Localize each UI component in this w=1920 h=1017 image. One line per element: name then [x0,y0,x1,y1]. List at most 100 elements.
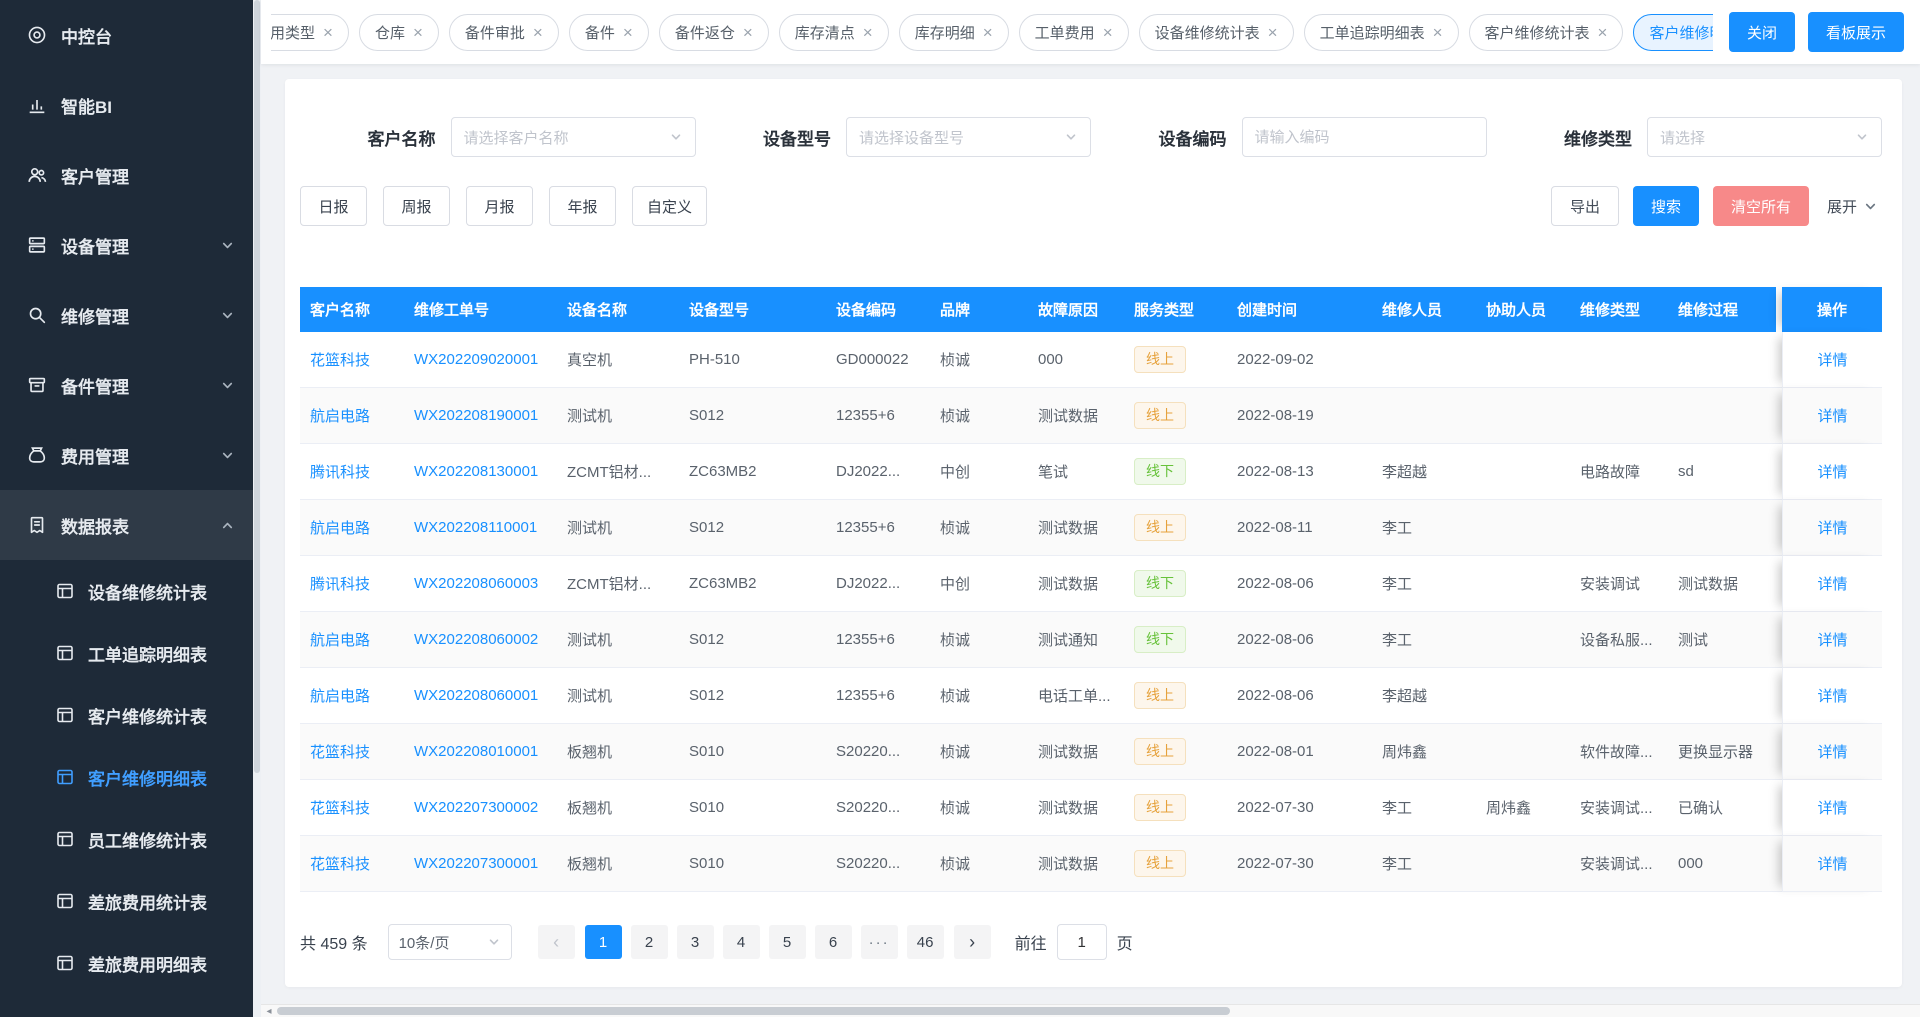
sidebar-item-2[interactable]: 智能BI [0,70,261,140]
work-order-link[interactable]: WX202208130001 [414,463,538,480]
page-button-5[interactable]: 5 [769,925,806,959]
sidebar-subitem-6[interactable]: 差旅费用统计表 [0,870,261,932]
filter-select-2[interactable]: 请选择设备型号 [846,117,1091,157]
tab-close-icon[interactable]: × [1268,24,1278,41]
customer-link[interactable]: 花篮科技 [310,744,370,761]
customer-link[interactable]: 花篮科技 [310,856,370,873]
work-order-link[interactable]: WX202208010001 [414,743,538,760]
sidebar-subitem-3[interactable]: 客户维修统计表 [0,684,261,746]
sidebar-subitem-4[interactable]: 客户维修明细表 [0,746,261,808]
horizontal-scrollbar[interactable]: ◂ [261,1004,1920,1017]
work-order-link[interactable]: WX202209020001 [414,351,538,368]
customer-link[interactable]: 花篮科技 [310,352,370,369]
clear-all-button[interactable]: 清空所有 [1713,186,1809,226]
tab-12[interactable]: 客户维修明细表× [1633,14,1712,51]
detail-link[interactable]: 详情 [1817,744,1847,761]
next-page-button[interactable]: › [954,925,991,959]
customer-link[interactable]: 航启电路 [310,632,370,649]
tab-3[interactable]: 备件审批× [449,14,559,51]
sidebar-subitem-2[interactable]: 工单追踪明细表 [0,622,261,684]
page-button-3[interactable]: 3 [677,925,714,959]
tab-close-icon[interactable]: × [1433,24,1443,41]
detail-link[interactable]: 详情 [1817,464,1847,481]
page-size-select[interactable]: 10条/页 [388,924,512,960]
page-more-button[interactable]: ··· [861,925,898,959]
tab-close-icon[interactable]: × [533,24,543,41]
filter-select-4[interactable]: 请选择 [1647,117,1882,157]
tab-close-icon[interactable]: × [1103,24,1113,41]
tab-6[interactable]: 库存清点× [779,14,889,51]
tab-1[interactable]: 费用类型× [271,14,349,51]
detail-link[interactable]: 详情 [1817,352,1847,369]
filter-select-1[interactable]: 请选择客户名称 [451,117,696,157]
filter-input-3[interactable] [1255,129,1474,146]
tab-close-icon[interactable]: × [983,24,993,41]
tab-close-icon[interactable]: × [863,24,873,41]
tab-7[interactable]: 库存明细× [899,14,1009,51]
customer-link[interactable]: 花篮科技 [310,800,370,817]
tab-close-icon[interactable]: × [743,24,753,41]
work-order-link[interactable]: WX202208060003 [414,575,538,592]
detail-link[interactable]: 详情 [1817,856,1847,873]
customer-link[interactable]: 航启电路 [310,688,370,705]
tab-8[interactable]: 工单费用× [1019,14,1129,51]
horizontal-scrollbar-thumb[interactable] [277,1007,1230,1015]
detail-link[interactable]: 详情 [1817,520,1847,537]
sidebar-subitem-1[interactable]: 设备维修统计表 [0,560,261,622]
sidebar-item-8[interactable]: 数据报表 [0,490,261,560]
detail-link[interactable]: 详情 [1817,576,1847,593]
work-order-link[interactable]: WX202208110001 [414,519,537,536]
tab-close-icon[interactable]: × [623,24,633,41]
sidebar-item-3[interactable]: 客户管理 [0,140,261,210]
tab-close-icon[interactable]: × [413,24,423,41]
tab-4[interactable]: 备件× [569,14,649,51]
tab-9[interactable]: 设备维修统计表× [1139,14,1294,51]
tab-2[interactable]: 仓库× [359,14,439,51]
page-button-1[interactable]: 1 [585,925,622,959]
detail-link[interactable]: 详情 [1817,800,1847,817]
detail-link[interactable]: 详情 [1817,408,1847,425]
sidebar-item-6[interactable]: 备件管理 [0,350,261,420]
horizontal-scrollbar-track[interactable] [277,1005,1920,1017]
search-button[interactable]: 搜索 [1633,186,1699,226]
customer-link[interactable]: 航启电路 [310,408,370,425]
export-button[interactable]: 导出 [1551,186,1619,226]
expand-toggle[interactable]: 展开 [1823,186,1882,226]
customer-link[interactable]: 腾讯科技 [310,576,370,593]
customer-link[interactable]: 腾讯科技 [310,464,370,481]
sidebar-item-4[interactable]: 设备管理 [0,210,261,280]
page-button-46[interactable]: 46 [907,925,944,959]
goto-page-input[interactable] [1057,924,1107,960]
detail-link[interactable]: 详情 [1817,688,1847,705]
sidebar-item-5[interactable]: 维修管理 [0,280,261,350]
period-button-5[interactable]: 自定义 [632,186,707,226]
period-button-1[interactable]: 日报 [300,186,367,226]
sidebar-subitem-5[interactable]: 员工维修统计表 [0,808,261,870]
sidebar-item-1[interactable]: 中控台 [0,0,261,70]
tab-11[interactable]: 客户维修统计表× [1469,14,1624,51]
page-button-2[interactable]: 2 [631,925,668,959]
tab-10[interactable]: 工单追踪明细表× [1304,14,1459,51]
work-order-link[interactable]: WX202207300001 [414,855,538,872]
work-order-link[interactable]: WX202208060002 [414,631,538,648]
work-order-link[interactable]: WX202207300002 [414,799,538,816]
sidebar-scrollbar[interactable] [253,0,261,1017]
work-order-link[interactable]: WX202208060001 [414,687,538,704]
sidebar-item-7[interactable]: 费用管理 [0,420,261,490]
work-order-link[interactable]: WX202208190001 [414,407,538,424]
close-button[interactable]: 关闭 [1729,12,1795,52]
tab-close-icon[interactable]: × [323,24,333,41]
page-button-6[interactable]: 6 [815,925,852,959]
sidebar-subitem-7[interactable]: 差旅费用明细表 [0,932,261,994]
detail-link[interactable]: 详情 [1817,632,1847,649]
page-button-4[interactable]: 4 [723,925,760,959]
period-button-4[interactable]: 年报 [549,186,616,226]
board-display-button[interactable]: 看板展示 [1808,12,1904,52]
prev-page-button[interactable]: ‹ [538,925,575,959]
tab-5[interactable]: 备件返仓× [659,14,769,51]
scroll-left-arrow-icon[interactable]: ◂ [261,1006,277,1017]
customer-link[interactable]: 航启电路 [310,520,370,537]
period-button-3[interactable]: 月报 [466,186,533,226]
period-button-2[interactable]: 周报 [383,186,450,226]
sidebar-scrollbar-thumb[interactable] [254,0,260,773]
